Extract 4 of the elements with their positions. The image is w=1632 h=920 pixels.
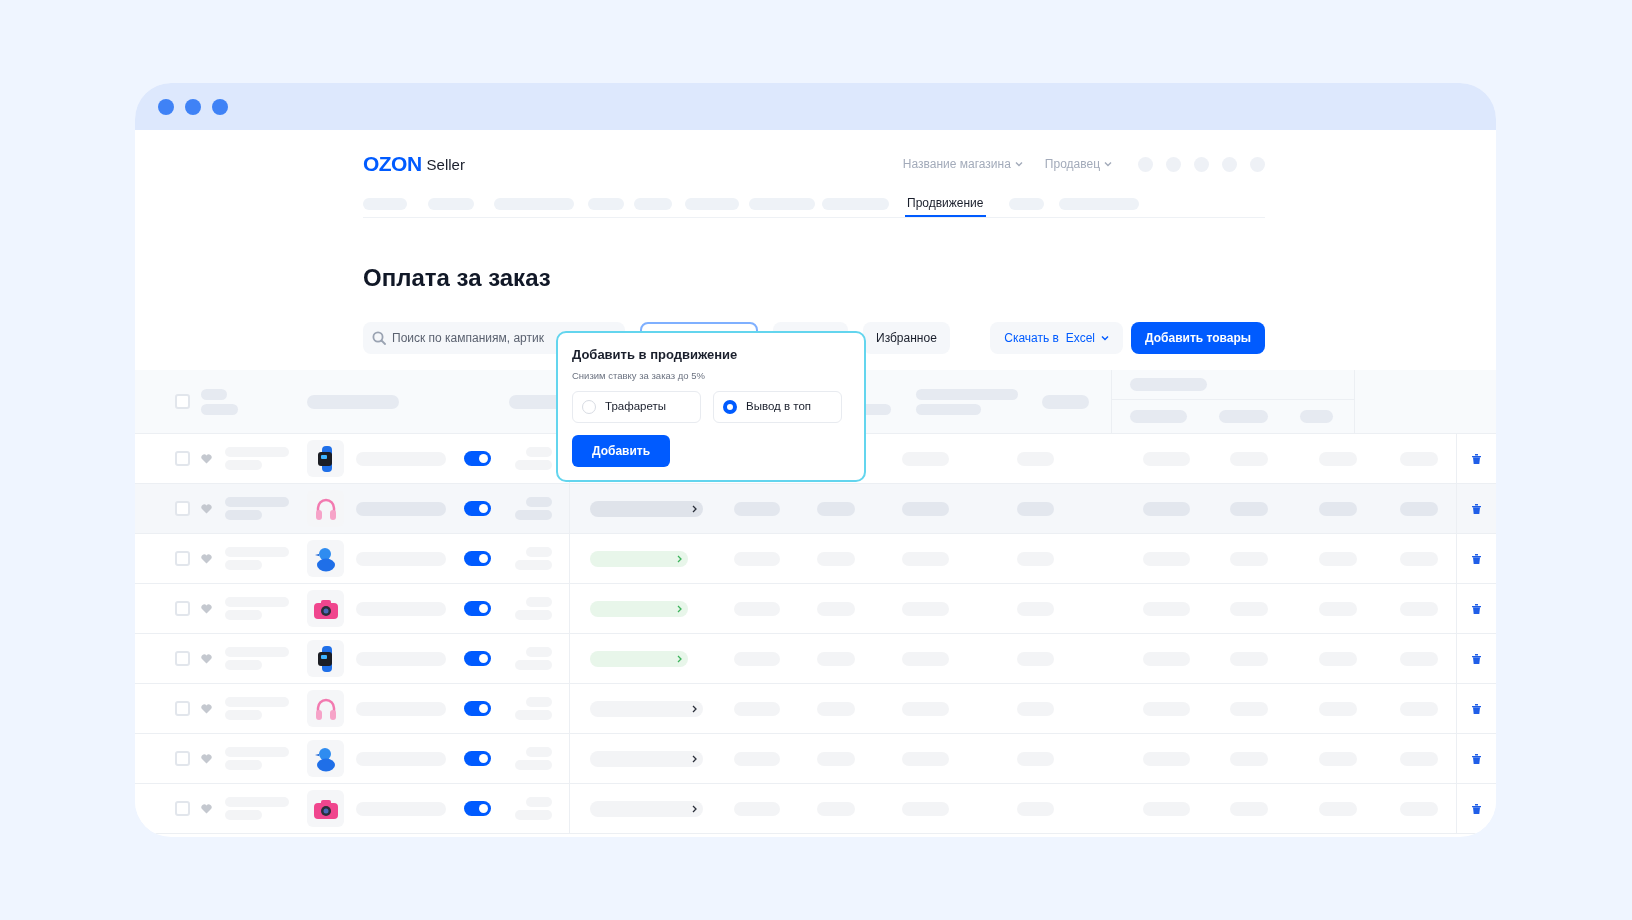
page-title: Оплата за заказ (363, 263, 552, 293)
logo-product: Seller (426, 154, 465, 175)
popup-subtitle: Снизим ставку за заказ до 5% (572, 368, 706, 383)
logo-brand: OZON (363, 151, 422, 178)
